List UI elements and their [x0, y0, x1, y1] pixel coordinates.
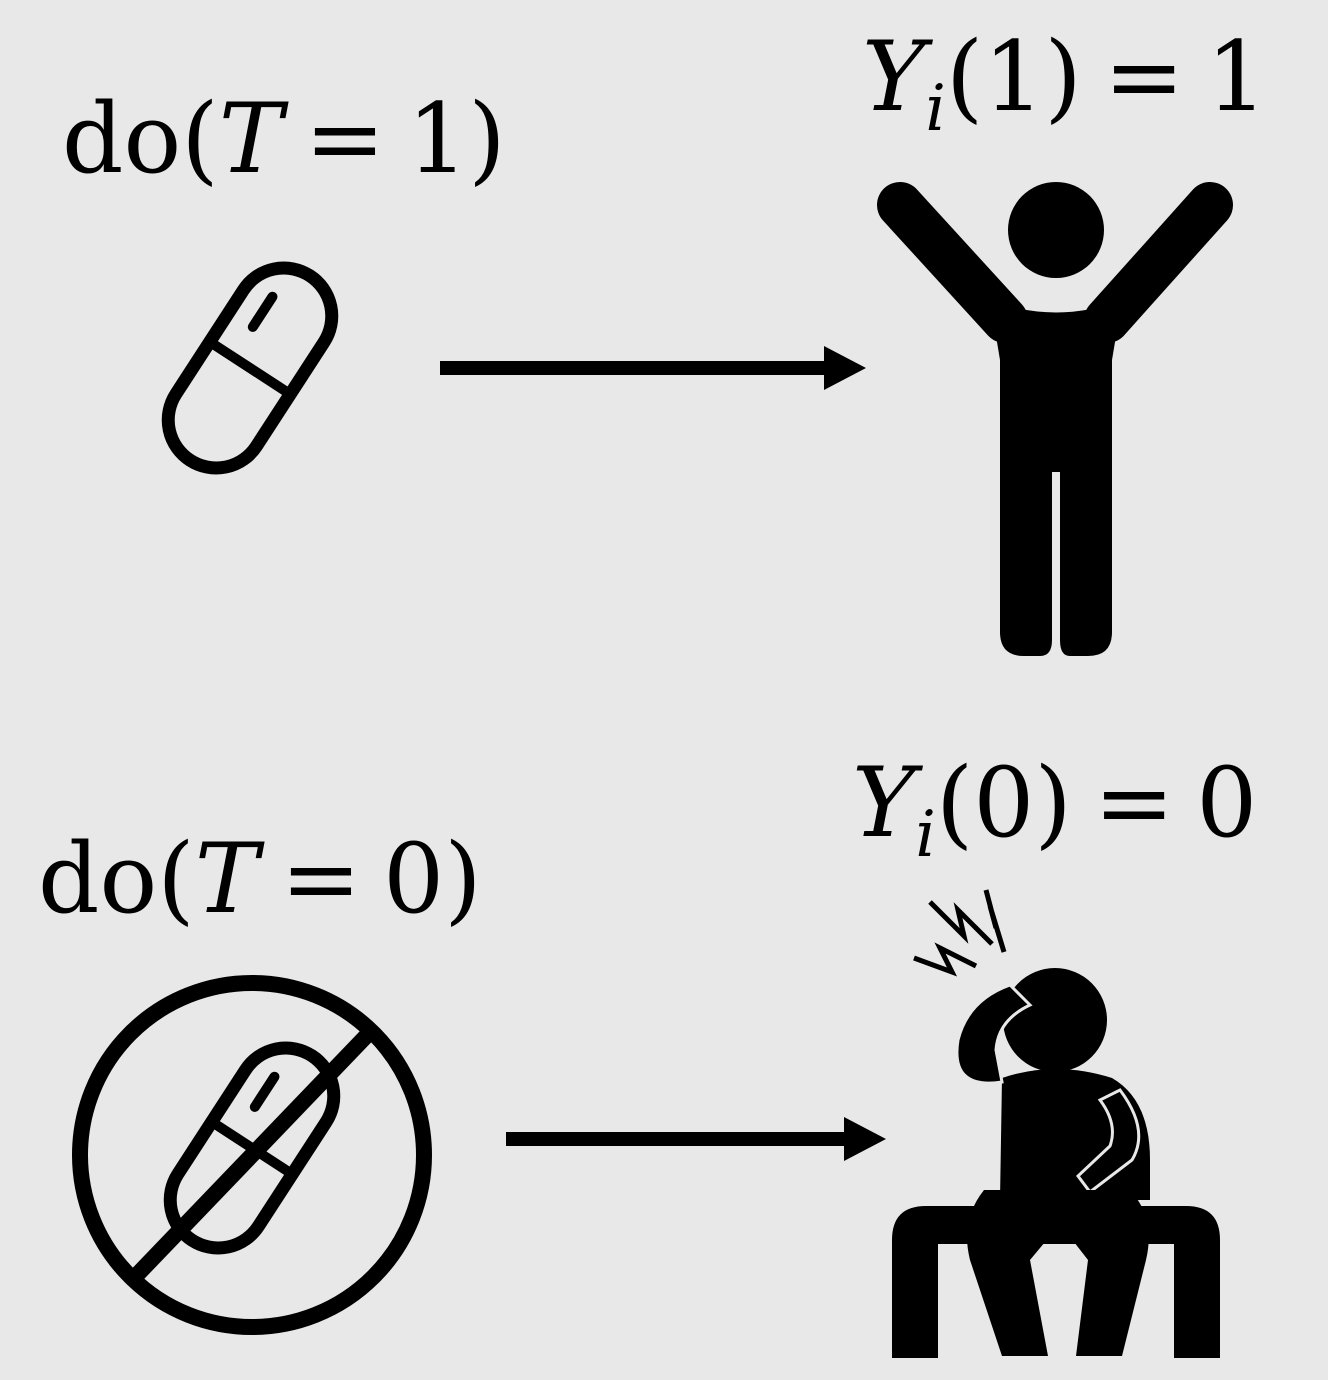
- no-pill-icon: [72, 975, 432, 1335]
- top-intervention-label: do(T = 1): [62, 83, 506, 195]
- pill-icon: [150, 250, 350, 487]
- bottom-arrow: [506, 1117, 886, 1161]
- person-headache-icon: [892, 889, 1220, 1358]
- top-arrow: [440, 346, 866, 390]
- bottom-outcome-label: Yi(0) = 0: [852, 747, 1257, 872]
- causal-diagram: do(T = 1) Yi(1) = 1 do(T = 0) Yi(0) = 0: [38, 21, 1267, 1358]
- person-arms-raised-icon: [877, 182, 1233, 656]
- pain-spark-icon: [913, 889, 1007, 977]
- top-outcome-label: Yi(1) = 1: [862, 21, 1267, 146]
- bottom-intervention-label: do(T = 0): [38, 823, 482, 935]
